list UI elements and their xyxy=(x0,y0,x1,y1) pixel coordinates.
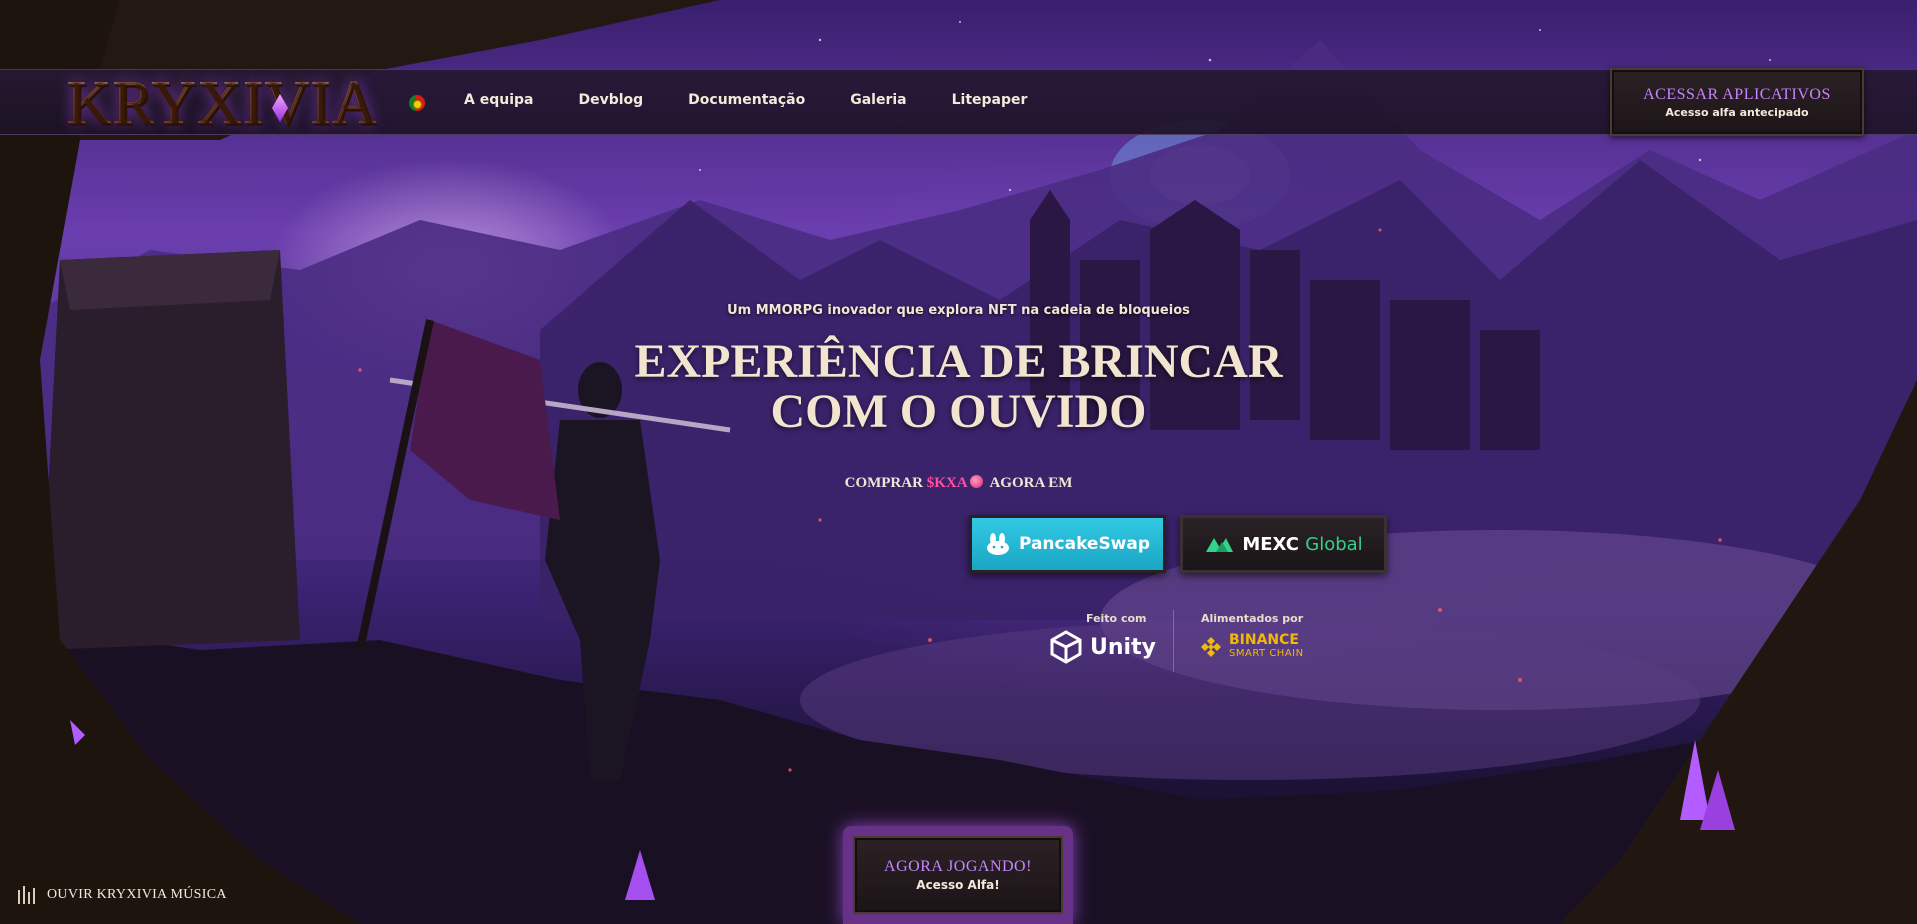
token-symbol: $KXA xyxy=(926,475,968,491)
kryxivia-logo[interactable]: KRYXIVIA xyxy=(62,58,382,148)
music-label: OUVIR KRYXIVIA MÚSICA xyxy=(47,887,227,902)
buy-suffix: AGORA EM xyxy=(989,475,1073,491)
music-toggle[interactable]: OUVIR KRYXIVIA MÚSICA xyxy=(18,886,227,904)
hero-headline-line2: COM O OUVIDO xyxy=(770,385,1147,438)
hero-tagline: Um MMORPG inovador que explora NFT na ca… xyxy=(727,303,1190,318)
binance-text: BINANCE SMART CHAIN xyxy=(1229,632,1304,660)
access-apps-button[interactable]: ACESSAR APLICATIVOS Acesso alfa antecipa… xyxy=(1610,68,1864,136)
binance-smart-chain-logo[interactable]: BINANCE SMART CHAIN xyxy=(1199,632,1304,660)
main-nav: A equipa Devblog Documentação Galeria Li… xyxy=(464,92,1027,108)
nav-link-documentation[interactable]: Documentação xyxy=(688,92,805,108)
hero-headline-line1: EXPERIÊNCIA DE BRINCAR xyxy=(634,335,1283,388)
mexc-label: MEXC Global xyxy=(1242,534,1362,555)
buy-prefix: COMPRAR xyxy=(844,475,923,491)
play-now-subtitle: Acesso Alfa! xyxy=(916,878,1000,892)
kxa-token-icon xyxy=(969,475,983,488)
buy-token-line: COMPRAR $KXA AGORA EM xyxy=(0,475,1917,492)
pancakeswap-label: PancakeSwap xyxy=(1018,534,1151,554)
unity-logo[interactable]: Unity xyxy=(1050,630,1156,664)
pancakeswap-bunny-icon xyxy=(986,533,1009,555)
partners-divider xyxy=(1173,610,1174,672)
unity-cube-icon xyxy=(1050,630,1082,664)
binance-text-line2: SMART CHAIN xyxy=(1229,648,1304,659)
nav-link-team[interactable]: A equipa xyxy=(464,92,533,108)
mexc-label-part2: Global xyxy=(1305,533,1363,555)
mexc-label-part1: MEXC xyxy=(1242,533,1299,555)
nav-link-litepaper[interactable]: Litepaper xyxy=(952,92,1028,108)
music-equalizer-icon xyxy=(18,886,35,904)
binance-icon xyxy=(1201,637,1221,657)
access-apps-subtitle: Acesso alfa antecipado xyxy=(1665,105,1809,119)
powered-by-label: Alimentados por xyxy=(1201,612,1304,625)
pancakeswap-button[interactable]: PancakeSwap xyxy=(969,515,1166,573)
play-now-title: AGORA JOGANDO! xyxy=(884,858,1032,875)
play-now-button[interactable]: AGORA JOGANDO! Acesso Alfa! xyxy=(853,836,1063,914)
mexc-global-button[interactable]: MEXC Global xyxy=(1180,515,1387,573)
nav-link-devblog[interactable]: Devblog xyxy=(578,92,643,108)
language-flag-icon[interactable] xyxy=(408,94,426,112)
unity-text: Unity xyxy=(1090,634,1156,660)
made-with-label: Feito com xyxy=(1086,612,1147,625)
hero-headline: EXPERIÊNCIA DE BRINCAR COM O OUVIDO xyxy=(0,337,1917,437)
logo-text: KRYXIVIA xyxy=(66,68,378,137)
access-apps-title: ACESSAR APLICATIVOS xyxy=(1643,85,1831,103)
mexc-logo-icon xyxy=(1206,538,1234,552)
nav-link-gallery[interactable]: Galeria xyxy=(850,92,906,108)
binance-text-line1: BINANCE xyxy=(1229,632,1299,648)
